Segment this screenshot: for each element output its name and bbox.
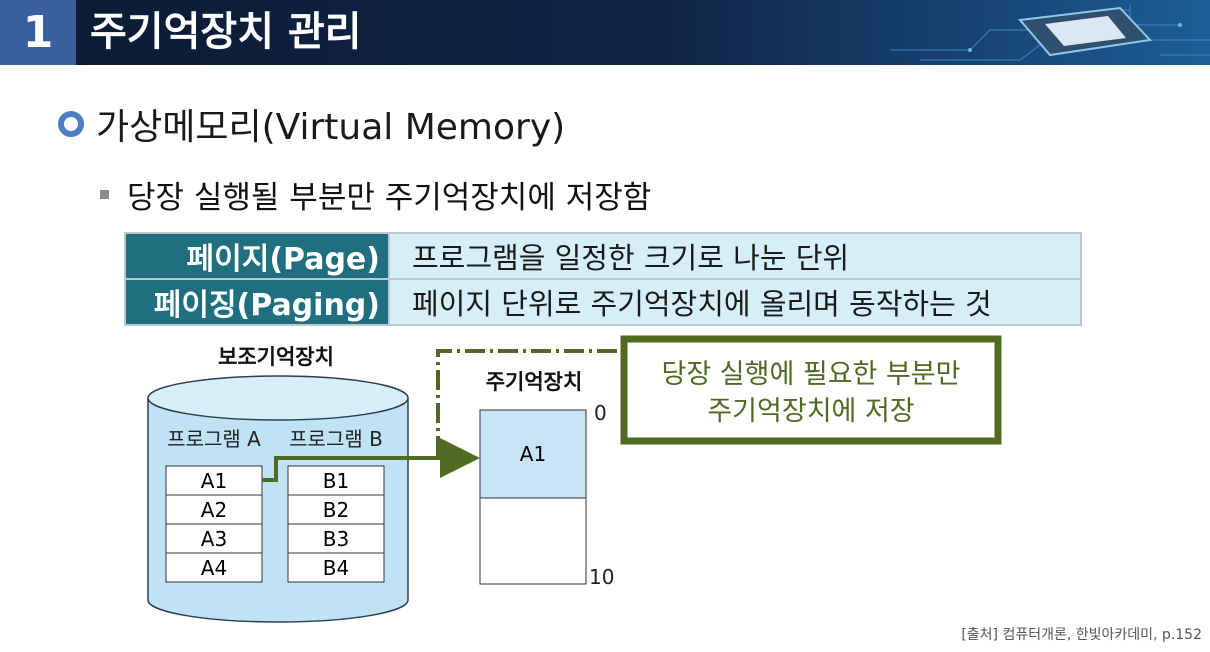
main-memory-label: 주기억장치 xyxy=(486,370,583,394)
load-arrow xyxy=(262,438,480,482)
page-a3-label: A3 xyxy=(201,527,227,551)
description-cell: 페이지 단위로 주기억장치에 올리며 동작하는 것 xyxy=(388,278,1082,326)
section-title: 가상메모리(Virtual Memory) xyxy=(96,107,566,148)
secondary-storage-cylinder xyxy=(147,375,409,623)
page-a4-label: A4 xyxy=(201,556,227,580)
callout-box xyxy=(620,335,1002,445)
table-row: 페이징(Paging) 페이지 단위로 주기억장치에 올리며 동작하는 것 xyxy=(124,278,1082,326)
main-memory-block xyxy=(479,409,587,585)
section-heading: 가상메모리(Virtual Memory) xyxy=(58,98,565,150)
program-a-pages: A1 A2 A3 A4 xyxy=(165,465,263,583)
term-cell: 페이지(Page) xyxy=(124,232,390,280)
term-cell: 페이징(Paging) xyxy=(124,278,390,326)
address-end-label: 10 xyxy=(589,565,614,589)
definitions-table: 페이지(Page) 프로그램을 일정한 크기로 나눈 단위 페이징(Paging… xyxy=(124,232,1082,326)
loaded-page-label: A1 xyxy=(520,442,546,466)
callout-line-1: 당장 실행에 필요한 부분만 xyxy=(662,359,961,390)
page-b1-label: B1 xyxy=(323,469,349,493)
table-row: 페이지(Page) 프로그램을 일정한 크기로 나눈 단위 xyxy=(124,232,1082,280)
title-bar: 1 주기억장치 관리 xyxy=(0,0,1210,65)
program-b-pages: B1 B2 B3 B4 xyxy=(287,465,385,583)
page-a2-label: A2 xyxy=(201,498,227,522)
slide-title: 주기억장치 관리 xyxy=(90,9,362,55)
page-b2-label: B2 xyxy=(323,498,349,522)
description-cell: 프로그램을 일정한 크기로 나눈 단위 xyxy=(388,232,1082,280)
callout-line-2: 주기억장치에 저장 xyxy=(707,396,914,427)
slide-number: 1 xyxy=(0,0,76,65)
program-a-label: 프로그램 A xyxy=(167,427,261,451)
source-citation: [출처] 컴퓨터개론, 한빛아카데미, p.152 xyxy=(961,627,1202,643)
page-b4-label: B4 xyxy=(323,556,349,580)
secondary-storage-label: 보조기억장치 xyxy=(218,345,334,369)
circuit-chip-icon xyxy=(890,5,1210,61)
sub-point-text: 당장 실행될 부분만 주기억장치에 저장함 xyxy=(127,180,652,216)
address-start-label: 0 xyxy=(594,401,607,425)
square-bullet-icon xyxy=(100,190,109,199)
page-a1-label: A1 xyxy=(201,469,227,493)
callout-connector xyxy=(436,349,622,456)
program-b-label: 프로그램 B xyxy=(289,427,383,451)
page-b3-label: B3 xyxy=(323,527,349,551)
sub-point: 당장 실행될 부분만 주기억장치에 저장함 xyxy=(100,172,651,217)
circle-bullet-icon xyxy=(58,111,84,137)
